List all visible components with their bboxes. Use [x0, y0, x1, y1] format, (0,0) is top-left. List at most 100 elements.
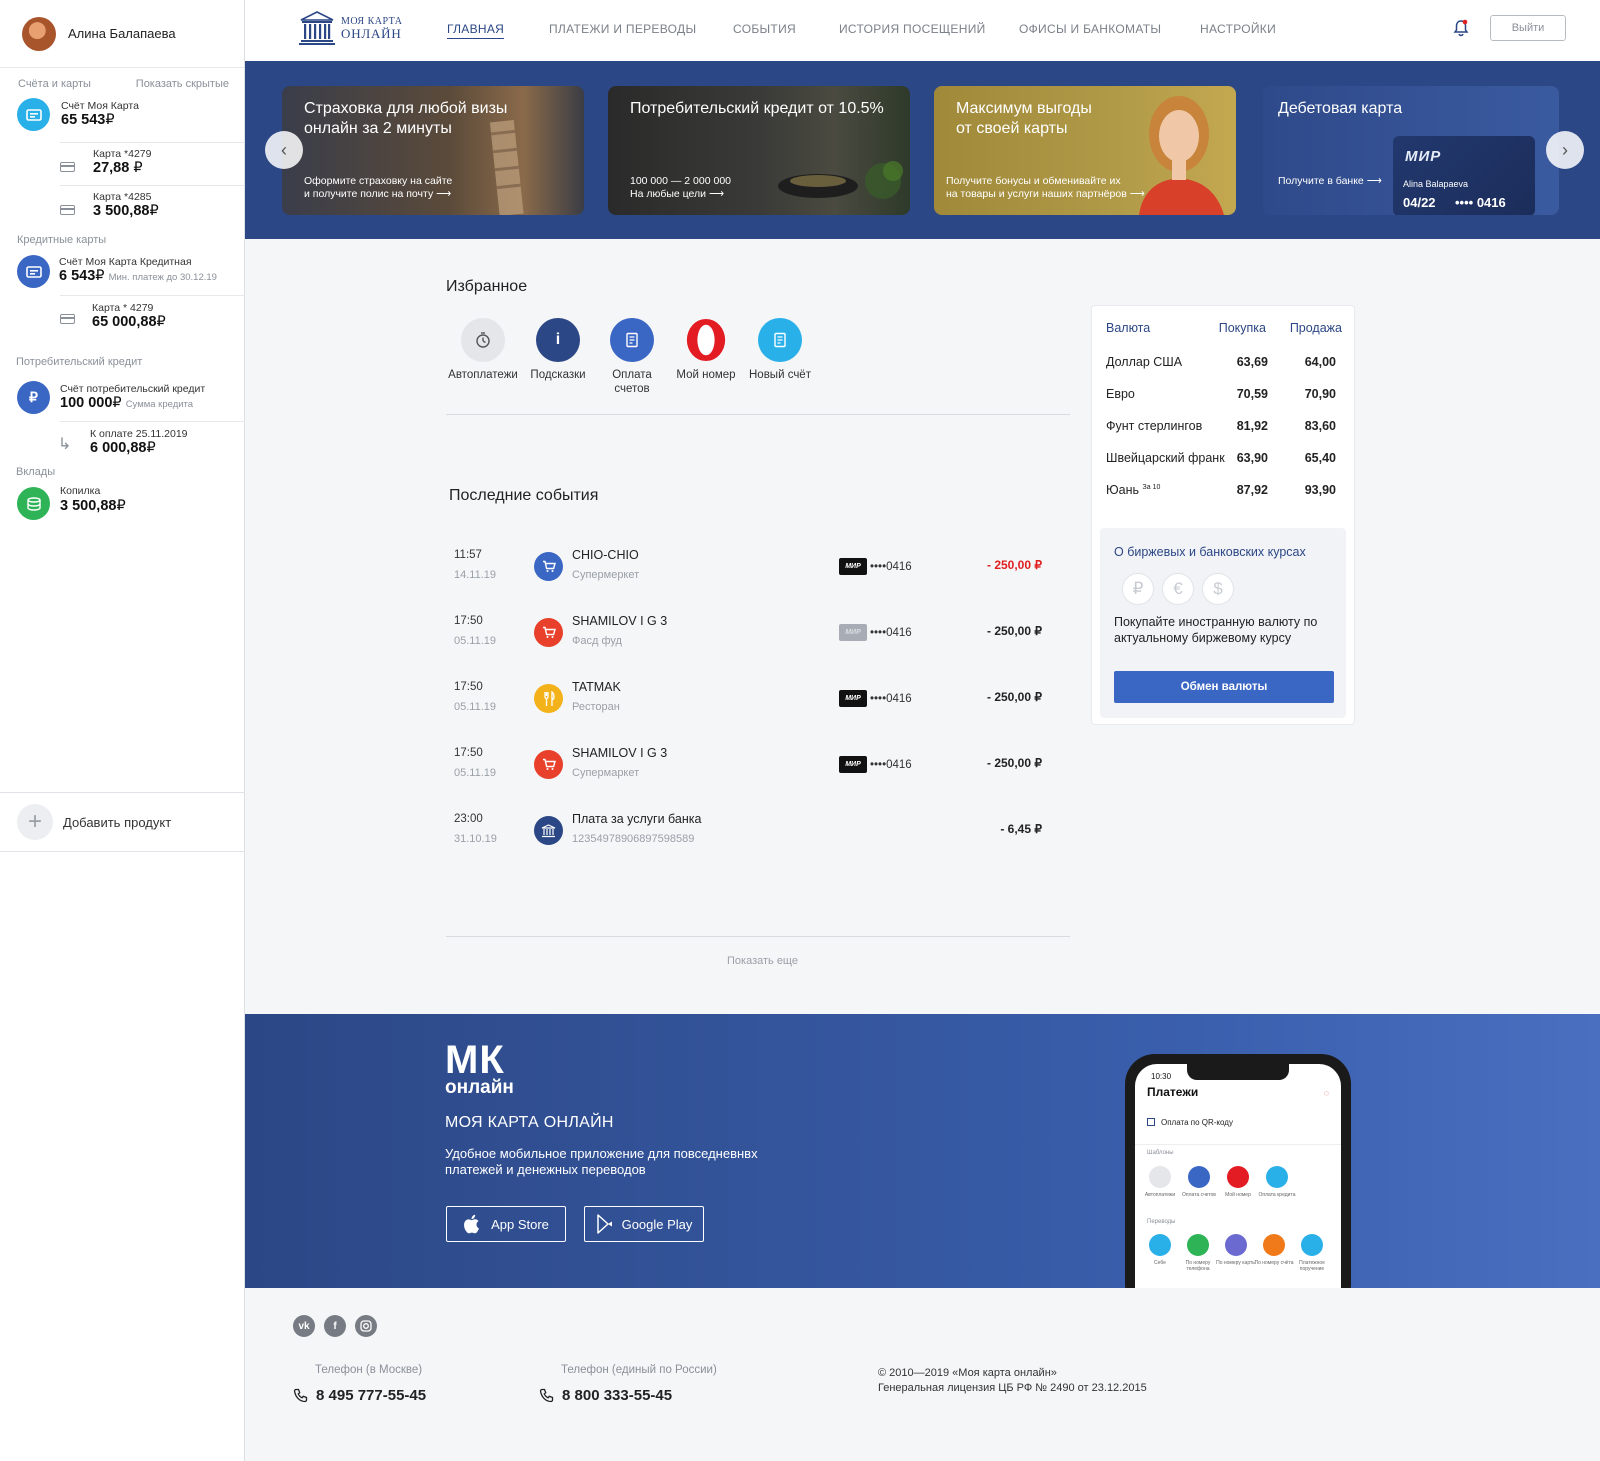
- currency-sell: 65,40: [1304, 451, 1336, 465]
- currency-rates-panel: Валюта Покупка Продажа Доллар США 63,69 64…: [1091, 305, 1355, 725]
- promo-consumer-loan[interactable]: Потребительский кредит от 10.5% 100 000 …: [608, 86, 910, 215]
- bell-icon[interactable]: [1453, 19, 1469, 42]
- favorites-title: Избранное: [446, 278, 528, 295]
- deposit-account[interactable]: Копилка 3 500,88₽: [0, 485, 245, 525]
- card-amount: 65 000,88₽: [92, 314, 166, 330]
- nav-main[interactable]: ГЛАВНАЯ: [447, 22, 505, 39]
- phone-time: 10:30: [1151, 1072, 1172, 1081]
- cooking-illustration: [778, 161, 903, 199]
- event-time: 17:50: [454, 615, 483, 627]
- sell-col-header: Продажа: [1289, 321, 1342, 335]
- copyright: © 2010—2019 «Моя карта онлайн» Генеральн…: [878, 1367, 1147, 1394]
- promo-debit-card[interactable]: Дебетовая карта Получите в банке ⟶ МИР A…: [1263, 86, 1559, 215]
- carousel-next-button[interactable]: ›: [1546, 131, 1584, 169]
- chevron-right-icon: ›: [1562, 139, 1568, 160]
- event-row[interactable]: 17:50 05.11.19 SHAMILOV I G 3 Супермаркет МИ…: [448, 746, 1048, 807]
- show-more-link[interactable]: Показать еще: [727, 955, 798, 967]
- profile[interactable]: Алина Балапаева: [0, 0, 244, 68]
- account-title: Счёт потребительский кредит: [60, 383, 206, 395]
- nav-visit-history[interactable]: ИСТОРИЯ ПОСЕЩЕНИЙ: [839, 22, 986, 36]
- promo-title: Максимум выгоды от своей карты: [956, 100, 1092, 137]
- facebook-icon[interactable]: f: [324, 1315, 346, 1337]
- account-amount: 100 000₽ Сумма кредита: [60, 395, 194, 411]
- mir-logo: МИР: [839, 624, 867, 641]
- nav-settings[interactable]: НАСТРОЙКИ: [1200, 22, 1276, 36]
- phone-moscow-label: Телефон (в Москве): [315, 1364, 423, 1376]
- instagram-icon[interactable]: [355, 1315, 377, 1337]
- event-category: 12354978906897598589: [572, 833, 695, 845]
- promo-title: Дебетовая карта: [1278, 100, 1403, 117]
- app-promo-title: МОЯ КАРТА ОНЛАЙН: [445, 1114, 614, 1131]
- favorite-autopayments[interactable]: Автоплатежи: [446, 318, 520, 382]
- credit-account[interactable]: Счёт Моя Карта Кредитная 6 543₽ Мин. пла…: [0, 255, 245, 295]
- promo-card-benefits[interactable]: Максимум выгоды от своей карты Получите б…: [934, 86, 1236, 215]
- divider: [60, 185, 245, 186]
- top-navigation: МОЯ КАРТА ОНЛАЙН ГЛАВНАЯ ПЛАТЕЖИ И ПЕРЕВ…: [245, 0, 1600, 61]
- phone-icon: [293, 1388, 308, 1402]
- profile-name: Алина Балапаева: [68, 26, 176, 41]
- add-product-button[interactable]: + Добавить продукт: [0, 792, 245, 852]
- currency-buy: 63,69: [1236, 355, 1268, 369]
- currency-sell: 64,00: [1304, 355, 1336, 369]
- favorite-hints[interactable]: i Подсказки: [521, 318, 595, 382]
- opera-o-icon: [684, 318, 728, 362]
- exchange-info-title[interactable]: О биржевых и банковских курсах: [1114, 545, 1306, 559]
- favorite-label: Автоплатежи: [448, 369, 518, 381]
- promo-insurance[interactable]: Страховка для любой визы онлайн за 2 мин…: [282, 86, 584, 215]
- nav-offices-atms[interactable]: ОФИСЫ И БАНКОМАТЫ: [1019, 22, 1161, 36]
- card-title: Карта * 4279: [92, 302, 154, 314]
- promo-subtitle: Получите в банке ⟶: [1278, 175, 1382, 187]
- card-title: Карта *4279: [93, 148, 152, 160]
- events-title: Последние события: [449, 487, 599, 504]
- ruble-icon: ₽: [17, 381, 50, 414]
- phone-templates-header: Шаблоны: [1147, 1150, 1174, 1156]
- google-play-button[interactable]: Google Play: [584, 1206, 704, 1242]
- loan-account[interactable]: ₽ Счёт потребительский кредит 100 000₽ С…: [0, 381, 245, 421]
- event-card: МИР ••••0416: [839, 690, 912, 707]
- currency-exchange-button[interactable]: Обмен валюты: [1114, 671, 1334, 703]
- loan-payment[interactable]: ↳ К оплате 25.11.2019 6 000,88₽: [0, 428, 245, 466]
- mir-logo: МИР: [839, 756, 867, 773]
- card-expiry: 04/22: [1403, 195, 1436, 210]
- event-row[interactable]: 23:00 31.10.19 Плата за услуги банка 123549…: [448, 812, 1048, 873]
- card-item[interactable]: Карта *4285 3 500,88₽: [0, 191, 245, 229]
- bank-logo[interactable]: МОЯ КАРТА ОНЛАЙН: [299, 11, 402, 45]
- wallet-icon: [17, 255, 50, 288]
- opera-o-icon: [1227, 1166, 1249, 1188]
- phone-moscow[interactable]: 8 495 777-55-45: [293, 1387, 426, 1404]
- favorite-new-account[interactable]: Новый счёт: [743, 318, 817, 382]
- currency-name: Евро: [1106, 387, 1135, 401]
- card-item[interactable]: Карта *4279 27,88 ₽: [0, 148, 245, 186]
- nav-payments[interactable]: ПЛАТЕЖИ И ПЕРЕВОДЫ: [549, 22, 696, 36]
- avatar[interactable]: [22, 16, 56, 51]
- euro-coin-icon: €: [1162, 573, 1194, 605]
- event-merchant: Плата за услуги банка: [572, 812, 702, 826]
- event-row[interactable]: 11:57 14.11.19 CHIO-CHIO Супермеркет МИР ••••…: [448, 548, 1048, 609]
- favorite-my-number[interactable]: Мой номер: [669, 318, 743, 382]
- event-row[interactable]: 17:50 05.11.19 TATMAK Ресторан МИР ••••0416 - …: [448, 680, 1048, 741]
- card-holder: Alina Balapaeva: [1403, 179, 1469, 189]
- vk-icon[interactable]: vk: [293, 1315, 315, 1337]
- show-hidden-link[interactable]: Показать скрытые: [136, 78, 229, 90]
- dollar-coin-icon: $: [1202, 573, 1234, 605]
- carousel-prev-button[interactable]: ‹: [265, 131, 303, 169]
- document-icon: [1263, 1234, 1285, 1256]
- app-store-button[interactable]: App Store: [446, 1206, 566, 1242]
- loan-header: Потребительский кредит: [16, 356, 143, 368]
- event-row[interactable]: 17:50 05.11.19 SHAMILOV I G 3 Фасд фуд МИР ••…: [448, 614, 1048, 675]
- phone-russia[interactable]: 8 800 333-55-45: [539, 1387, 672, 1404]
- event-merchant: CHIO-CHIO: [572, 548, 639, 562]
- nav-events[interactable]: СОБЫТИЯ: [733, 22, 796, 36]
- favorite-pay-bills[interactable]: Оплата счетов: [595, 318, 669, 396]
- cart-icon: [534, 618, 563, 647]
- phone-icon: [1187, 1234, 1209, 1256]
- phone-russia-label: Телефон (единый по России): [561, 1364, 717, 1376]
- event-date: 05.11.19: [454, 635, 497, 647]
- event-amount: - 250,00 ₽: [986, 756, 1042, 770]
- main-account[interactable]: Счёт Моя Карта 65 543₽: [0, 98, 245, 138]
- card-item[interactable]: Карта * 4279 65 000,88₽: [0, 302, 245, 340]
- promo-subtitle: Получите бонусы и обменивайте их на товар…: [946, 175, 1145, 200]
- event-amount: - 250,00 ₽: [986, 624, 1042, 638]
- logout-button[interactable]: Выйти: [1490, 15, 1566, 41]
- currency-buy: 63,90: [1236, 451, 1268, 465]
